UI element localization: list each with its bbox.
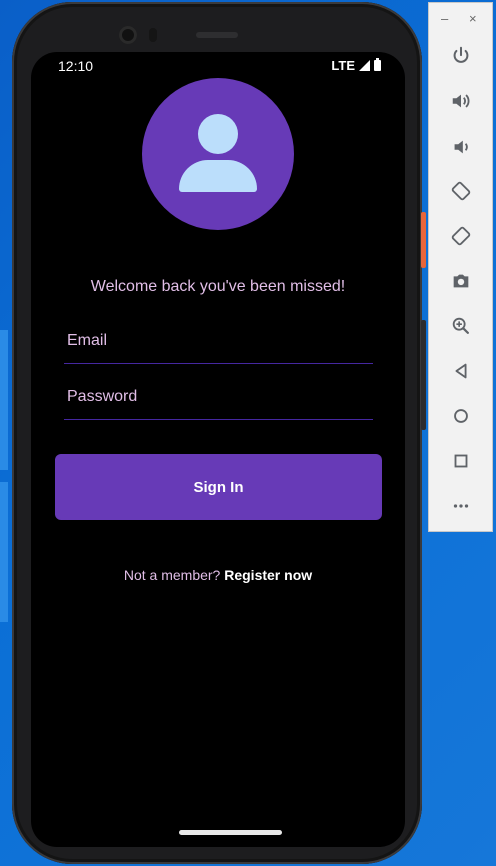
person-icon bbox=[198, 114, 238, 154]
front-camera bbox=[119, 26, 137, 44]
rotate-left-icon bbox=[451, 181, 471, 201]
email-field[interactable] bbox=[64, 319, 376, 363]
password-field-container bbox=[64, 375, 376, 420]
earpiece-speaker bbox=[196, 32, 238, 38]
phone-frame: 12:10 LTE Welcome back you've been misse… bbox=[12, 2, 426, 864]
phone-power-key[interactable] bbox=[421, 212, 426, 268]
power-icon bbox=[453, 46, 469, 63]
overview-button[interactable] bbox=[443, 443, 479, 479]
more-icon bbox=[453, 504, 469, 508]
rotate-right-button[interactable] bbox=[443, 218, 479, 254]
back-icon bbox=[455, 363, 467, 379]
network-label: LTE bbox=[331, 58, 355, 73]
phone-volume-key[interactable] bbox=[421, 320, 426, 430]
power-button[interactable] bbox=[443, 38, 479, 74]
more-button[interactable] bbox=[443, 488, 479, 524]
minimize-button[interactable]: – bbox=[441, 11, 448, 26]
rotate-left-button[interactable] bbox=[443, 173, 479, 209]
proximity-sensor bbox=[149, 28, 157, 42]
avatar bbox=[142, 78, 294, 230]
register-prompt: Not a member? Register now bbox=[31, 567, 405, 583]
status-time: 12:10 bbox=[58, 58, 94, 74]
signal-icon bbox=[359, 60, 370, 71]
close-button[interactable]: × bbox=[469, 11, 477, 26]
password-field[interactable] bbox=[64, 375, 376, 419]
desktop-window-edge bbox=[0, 330, 8, 470]
sign-in-button[interactable]: Sign In bbox=[55, 454, 382, 520]
volume-up-button[interactable] bbox=[443, 83, 479, 119]
status-bar: 12:10 LTE bbox=[31, 52, 405, 80]
not-member-text: Not a member? bbox=[123, 567, 225, 583]
email-field-container bbox=[64, 319, 376, 364]
home-icon bbox=[454, 409, 468, 423]
register-link[interactable]: Register now bbox=[224, 567, 312, 583]
battery-icon bbox=[374, 58, 381, 71]
zoom-button[interactable] bbox=[443, 308, 479, 344]
welcome-text: Welcome back you've been missed! bbox=[90, 278, 346, 295]
volume-up-icon bbox=[452, 94, 470, 108]
person-icon bbox=[179, 160, 257, 192]
desktop-window-edge bbox=[0, 482, 8, 622]
status-indicators: LTE bbox=[331, 58, 381, 73]
phone-screen: 12:10 LTE Welcome back you've been misse… bbox=[31, 52, 405, 847]
zoom-icon bbox=[452, 317, 469, 334]
back-button[interactable] bbox=[443, 353, 479, 389]
overview-icon bbox=[454, 454, 468, 468]
home-indicator[interactable] bbox=[179, 830, 282, 835]
screenshot-button[interactable] bbox=[443, 263, 479, 299]
emulator-toolbar: – × bbox=[428, 2, 493, 532]
volume-down-icon bbox=[454, 140, 468, 154]
camera-icon bbox=[453, 274, 469, 288]
volume-down-button[interactable] bbox=[443, 129, 479, 165]
home-button[interactable] bbox=[443, 398, 479, 434]
rotate-right-icon bbox=[451, 226, 471, 246]
